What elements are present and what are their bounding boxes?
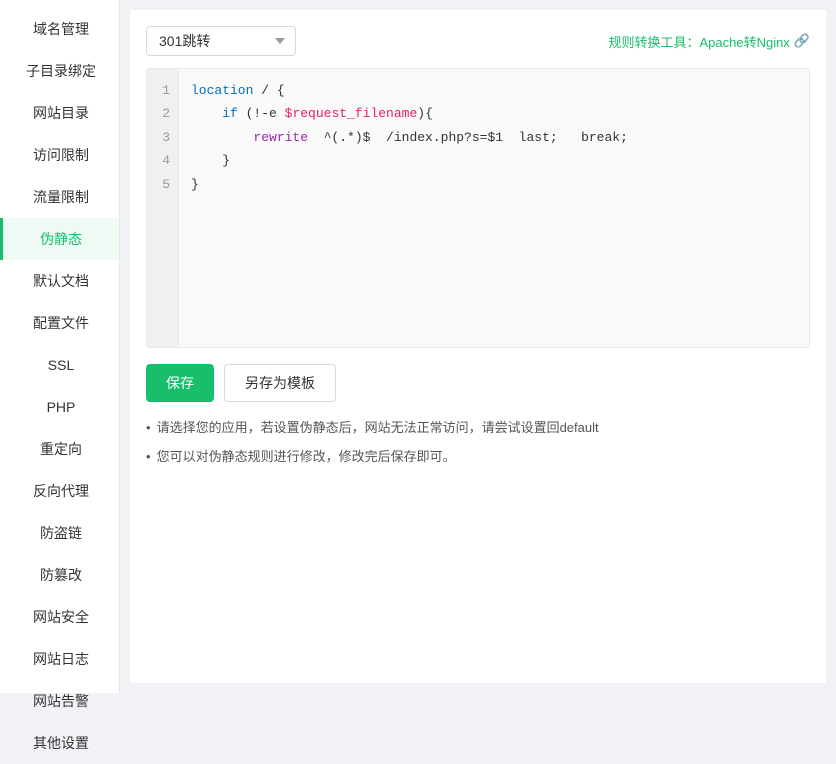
note-text-2: 您可以对伪静态规则进行修改，修改完后保存即可。: [157, 447, 456, 468]
main-content: 301跳转 默认 thinkphp discuz wordpress 规则转换工…: [120, 0, 836, 693]
sidebar-label-php: PHP: [47, 399, 76, 415]
sidebar-item-tamper[interactable]: 防篡改: [0, 554, 119, 596]
rule-tool-label: 规则转换工具：Apache转Nginx: [608, 32, 789, 51]
rule-tool-link[interactable]: 规则转换工具：Apache转Nginx 🔗: [608, 32, 810, 51]
sidebar-label-pseudo: 伪静态: [40, 229, 82, 249]
save-as-template-button[interactable]: 另存为模板: [224, 364, 336, 402]
sidebar-label-proxy: 反向代理: [33, 481, 89, 501]
save-button[interactable]: 保存: [146, 364, 214, 402]
code-textarea[interactable]: location / { if (!-e $request_filename){…: [179, 69, 809, 347]
sidebar-item-config[interactable]: 配置文件: [0, 302, 119, 344]
note-item-2: 您可以对伪静态规则进行修改，修改完后保存即可。: [146, 447, 810, 468]
external-link-icon: 🔗: [794, 33, 810, 49]
notes-section: 请选择您的应用，若设置伪静态后，网站无法正常访问，请尝试设置回default 您…: [146, 418, 810, 468]
sidebar: 域名管理 子目录绑定 网站目录 访问限制 流量限制 伪静态 默认文档 配置文件 …: [0, 0, 120, 693]
sidebar-label-tamper: 防篡改: [40, 565, 82, 585]
line-numbers: 1 2 3 4 5: [147, 69, 179, 347]
sidebar-label-security: 网站安全: [33, 607, 89, 627]
sidebar-item-alert[interactable]: 网站告警: [0, 680, 119, 722]
sidebar-item-default[interactable]: 默认文档: [0, 260, 119, 302]
sidebar-label-sitedir: 网站目录: [33, 103, 89, 123]
sidebar-label-redirect: 重定向: [40, 439, 82, 459]
sidebar-label-default: 默认文档: [33, 271, 89, 291]
sidebar-label-hotlink: 防盗链: [40, 523, 82, 543]
sidebar-item-domain[interactable]: 域名管理: [0, 8, 119, 50]
sidebar-item-sitedir[interactable]: 网站目录: [0, 92, 119, 134]
redirect-type-select[interactable]: 301跳转 默认 thinkphp discuz wordpress: [146, 26, 296, 56]
sidebar-item-other[interactable]: 其他设置: [0, 722, 119, 764]
sidebar-item-subdir[interactable]: 子目录绑定: [0, 50, 119, 92]
sidebar-label-subdir: 子目录绑定: [26, 61, 96, 81]
sidebar-item-ssl[interactable]: SSL: [0, 344, 119, 386]
top-bar: 301跳转 默认 thinkphp discuz wordpress 规则转换工…: [146, 26, 810, 56]
sidebar-item-redirect[interactable]: 重定向: [0, 428, 119, 470]
sidebar-label-traffic: 流量限制: [33, 187, 89, 207]
sidebar-item-traffic[interactable]: 流量限制: [0, 176, 119, 218]
sidebar-item-php[interactable]: PHP: [0, 386, 119, 428]
sidebar-label-access: 访问限制: [33, 145, 89, 165]
sidebar-label-other: 其他设置: [33, 733, 89, 753]
sidebar-item-hotlink[interactable]: 防盗链: [0, 512, 119, 554]
sidebar-label-ssl: SSL: [48, 357, 74, 373]
sidebar-item-proxy[interactable]: 反向代理: [0, 470, 119, 512]
note-text-1: 请选择您的应用，若设置伪静态后，网站无法正常访问，请尝试设置回default: [157, 418, 599, 439]
sidebar-item-log[interactable]: 网站日志: [0, 638, 119, 680]
content-area: 301跳转 默认 thinkphp discuz wordpress 规则转换工…: [130, 10, 826, 683]
sidebar-label-domain: 域名管理: [33, 19, 89, 39]
sidebar-item-pseudo[interactable]: 伪静态: [0, 218, 119, 260]
sidebar-label-alert: 网站告警: [33, 691, 89, 711]
sidebar-label-log: 网站日志: [33, 649, 89, 669]
sidebar-label-config: 配置文件: [33, 313, 89, 333]
code-editor: 1 2 3 4 5 location / { if (!-e $request_…: [146, 68, 810, 348]
note-item-1: 请选择您的应用，若设置伪静态后，网站无法正常访问，请尝试设置回default: [146, 418, 810, 439]
button-row: 保存 另存为模板: [146, 364, 810, 402]
sidebar-item-access[interactable]: 访问限制: [0, 134, 119, 176]
sidebar-item-security[interactable]: 网站安全: [0, 596, 119, 638]
